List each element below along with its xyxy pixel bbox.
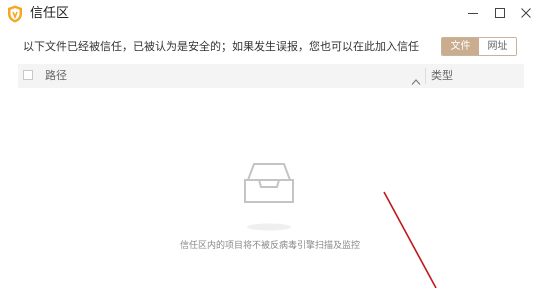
minimize-icon — [468, 13, 478, 14]
view-toggle: 文件 网址 — [441, 37, 517, 56]
table-header: 路径 类型 — [18, 64, 524, 88]
sort-ascending-icon[interactable] — [411, 71, 421, 85]
minimize-button[interactable] — [462, 4, 484, 22]
tab-urls[interactable]: 网址 — [479, 38, 516, 55]
shield-logo-icon — [7, 5, 23, 23]
empty-state-message: 信任区内的项目将不被反病毒引擎扫描及监控 — [179, 241, 360, 251]
trust-zone-window: 信任区 以下文件已经被信任，已被认为是安全的；如果发生误报，您也可以在此加入信任… — [0, 0, 540, 288]
column-header-type[interactable]: 类型 — [431, 69, 453, 83]
select-all-checkbox[interactable] — [23, 70, 33, 80]
title-bar: 信任区 — [0, 0, 540, 28]
trust-notice-text: 以下文件已经被信任，已被认为是安全的；如果发生误报，您也可以在此加入信任 — [23, 40, 419, 53]
close-icon — [521, 8, 531, 18]
column-divider[interactable] — [425, 68, 426, 84]
maximize-icon — [495, 8, 505, 18]
tab-files[interactable]: 文件 — [442, 38, 479, 55]
column-header-path[interactable]: 路径 — [45, 69, 67, 83]
window-title: 信任区 — [30, 6, 70, 21]
empty-tray-icon — [240, 160, 298, 232]
close-button[interactable] — [515, 4, 537, 22]
maximize-button[interactable] — [489, 4, 511, 22]
